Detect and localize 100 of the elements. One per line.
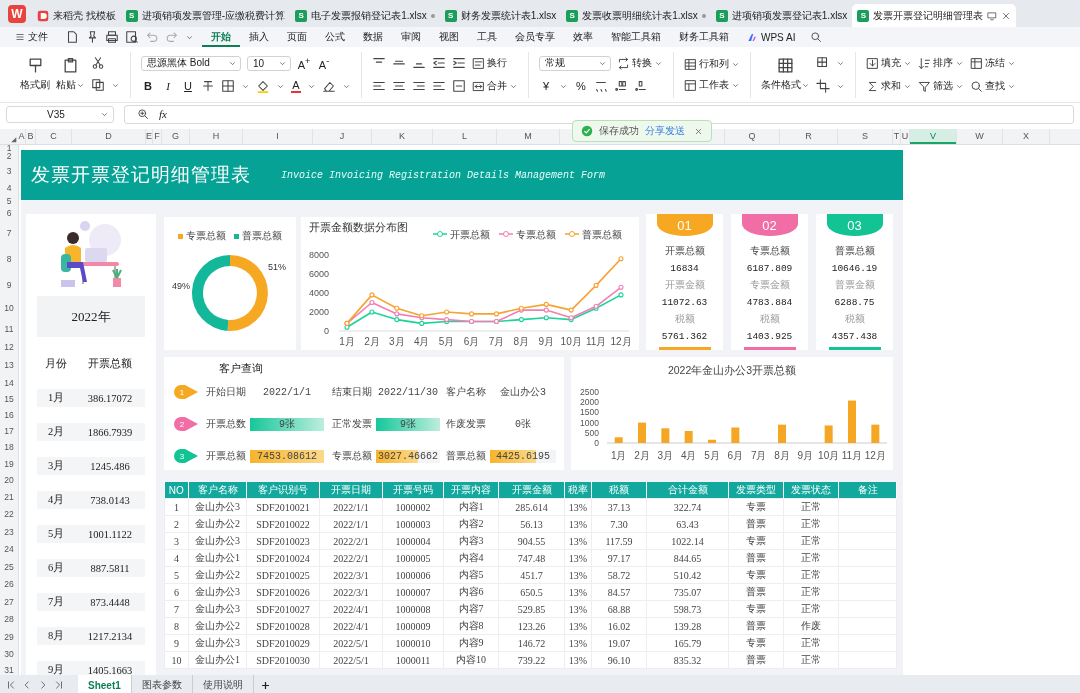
table-cell: SDF2010029: [246, 634, 320, 652]
x-axis-label: 2月: [634, 450, 650, 461]
legend-item: 专票总额: [498, 229, 556, 240]
tab-label: 发票开票登记明细管理表: [873, 8, 984, 23]
tab-label: 财务发票统计表1.xlsx: [460, 8, 557, 23]
table-cell: 2022/2/1: [319, 549, 383, 567]
table-cell: 内容4: [443, 549, 499, 567]
table-cell: 正常: [783, 549, 839, 567]
x-axis-label: 10月: [560, 336, 582, 347]
sheet-subtitle: Invoice Invoicing Registration Details Management Form: [281, 169, 606, 181]
x-axis-label: 5月: [704, 450, 720, 461]
table-cell: 2022/4/1: [319, 617, 383, 635]
stat-label: 税额: [844, 312, 865, 326]
table-cell: 内容10: [443, 651, 499, 669]
table-cell: 2022/3/1: [319, 583, 383, 601]
table-cell: 146.72: [498, 634, 565, 652]
table-cell: 58.72: [591, 566, 647, 584]
table-cell: 金山办公3: [188, 600, 247, 618]
number-badge: 02: [741, 214, 798, 236]
table-cell: SDF2010024: [246, 549, 320, 567]
table-cell: 2022/1/1: [319, 515, 383, 533]
field-label: 结束日期: [332, 385, 373, 399]
table-cell: 56.13: [498, 515, 565, 533]
field-label: 开票总额: [206, 449, 247, 463]
panel-title: 客户查询: [219, 361, 263, 376]
legend-label: 普票总额: [582, 229, 622, 240]
percent-label: 51%: [268, 262, 286, 272]
x-axis-label: 7月: [488, 336, 505, 347]
month-label: 6月: [46, 561, 66, 575]
table-cell: 165.79: [646, 634, 729, 652]
table-cell: 内容2: [443, 515, 499, 533]
table-cell: 904.55: [498, 532, 565, 550]
table-cell: 7.30: [591, 515, 647, 533]
table-cell: 1000005: [382, 549, 444, 567]
stat-value: 4783.884: [746, 297, 793, 308]
table-cell: 2022/3/1: [319, 566, 383, 584]
table-cell: 专票: [728, 600, 784, 618]
table-cell: 专票: [728, 566, 784, 584]
y-axis-label: 8000: [308, 250, 329, 260]
table-cell: 普票: [728, 583, 784, 601]
stat-label: 普票金额: [834, 278, 875, 292]
table-cell: 专票: [728, 498, 784, 516]
legend-label: 专票总额: [516, 229, 556, 240]
table-cell: 13%: [564, 532, 592, 550]
table-cell: 正常: [783, 634, 839, 652]
step-marker: 3: [174, 449, 198, 463]
toast-message: 保存成功: [599, 124, 639, 138]
field-value: 7453.08612: [257, 450, 317, 462]
y-axis-label: 2000: [580, 397, 599, 408]
tab-label: 电子发票报销登记表1.xlsx: [311, 8, 427, 23]
table-cell: 1: [164, 498, 189, 516]
table-cell: SDF2010028: [246, 617, 320, 635]
tab-label: 进项销项发票登记表1.xlsx: [731, 8, 848, 23]
y-axis-label: 1000: [580, 417, 599, 428]
x-axis-label: 6月: [727, 450, 744, 461]
table-cell: 19.07: [591, 634, 647, 652]
table-cell: 1000011: [382, 651, 444, 669]
column-label: 开票总额: [87, 357, 133, 371]
table-cell: 844.65: [646, 549, 729, 567]
month-amount: 887.5811: [89, 562, 131, 574]
table-cell: 117.59: [591, 532, 647, 550]
month-amount: 386.17072: [86, 392, 134, 404]
month-label: 5月: [46, 527, 66, 541]
step-marker: 2: [174, 417, 198, 431]
table-cell: 金山办公2: [188, 566, 247, 584]
table-cell: 1000007: [382, 583, 444, 601]
table-cell: 正常: [783, 651, 839, 669]
table-cell: 13%: [564, 634, 592, 652]
x-axis-label: 1月: [339, 336, 355, 347]
month-amount: 1217.2134: [86, 630, 134, 642]
table-cell: 普票: [728, 651, 784, 669]
table-cell: 1000009: [382, 617, 444, 635]
x-axis-label: 7月: [750, 450, 767, 461]
table-cell: 63.43: [646, 515, 729, 533]
x-axis-label: 11月: [841, 450, 863, 461]
table-cell: 1000010: [382, 634, 444, 652]
table-cell: 内容7: [443, 600, 499, 618]
table-cell: 139.28: [646, 617, 729, 635]
card-value: 10646.19: [831, 263, 878, 274]
spreadsheet-icon: S: [444, 9, 457, 22]
month-label: 9月: [46, 663, 66, 675]
stat-value: 5761.362: [661, 331, 708, 342]
percent-label: 49%: [172, 281, 190, 291]
table-cell: 451.7: [498, 566, 565, 584]
table-cell: 650.5: [498, 583, 565, 601]
month-label: 1月: [46, 391, 66, 405]
x-axis-label: 9月: [538, 336, 555, 347]
x-axis-label: 8月: [513, 336, 530, 347]
table-cell: SDF2010030: [246, 651, 320, 669]
x-axis-label: 5月: [438, 336, 455, 347]
stat-value: 4357.438: [831, 331, 878, 342]
stat-value: 6288.75: [834, 297, 875, 308]
legend-label: 开票总额: [450, 229, 490, 240]
field-label: 开票总数: [206, 417, 247, 431]
table-cell: 9: [164, 634, 189, 652]
table-cell: 1000006: [382, 566, 444, 584]
number-badge: 01: [656, 214, 713, 236]
legend-label: 普票总额: [242, 229, 282, 243]
table-cell: 金山办公3: [188, 634, 247, 652]
table-cell: 正常: [783, 600, 839, 618]
